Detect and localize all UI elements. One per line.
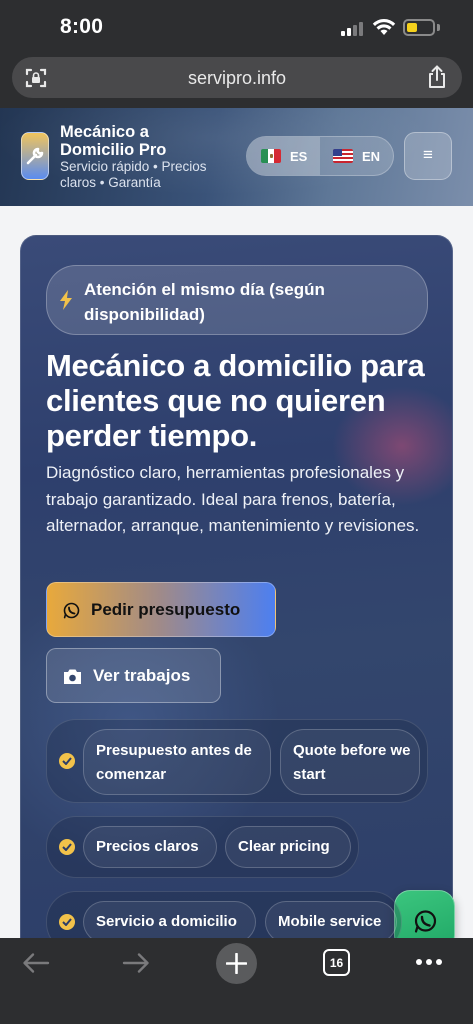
flag-us-icon: [333, 149, 353, 163]
lang-en-button[interactable]: EN: [320, 137, 393, 175]
flag-mexico-icon: [261, 149, 281, 163]
whatsapp-fab[interactable]: [394, 890, 455, 938]
feature-row: Precios claros Clear pricing: [46, 816, 359, 878]
feature-pill-es: Presupuesto antes de comenzar: [83, 729, 271, 795]
feature-label: Precios claros: [96, 838, 199, 855]
status-bar: 8:00: [0, 0, 473, 52]
status-time: 8:00: [60, 15, 104, 38]
brand-tagline: Servicio rápido • Precios claros • Garan…: [60, 159, 207, 190]
site-header: Mecánico a Domicilio Pro Servicio rápido…: [0, 108, 473, 206]
feature-pill-es: Servicio a domicilio: [83, 901, 256, 938]
view-works-button[interactable]: Ver trabajos: [46, 648, 221, 703]
feature-pill-es: Precios claros: [83, 826, 217, 868]
feature-row: Servicio a domicilio Mobile service: [46, 891, 402, 938]
hero-card: Atención el mismo día (según disponibili…: [20, 235, 453, 938]
check-icon: [59, 839, 75, 855]
menu-icon: ≡: [423, 145, 433, 164]
feature-label: Mobile service: [278, 913, 382, 930]
wrench-icon: [26, 147, 44, 165]
availability-badge: Atención el mismo día (según disponibili…: [46, 265, 428, 335]
browser-toolbar: 16: [0, 938, 473, 1024]
address-bar[interactable]: servipro.info: [12, 57, 462, 98]
lightning-icon: [60, 290, 72, 310]
tab-count: 16: [329, 956, 344, 970]
brand-name[interactable]: Mecánico a Domicilio Pro: [60, 123, 200, 159]
lang-en-label: EN: [362, 149, 381, 164]
brand-logo[interactable]: [21, 132, 49, 180]
hero-description: Diagnóstico claro, herramientas profesio…: [46, 463, 420, 535]
feature-label: Presupuesto antes de comenzar: [96, 742, 252, 783]
view-works-label: Ver trabajos: [93, 666, 191, 685]
badge-text: Atención el mismo día (según disponibili…: [84, 280, 325, 324]
plus-icon: [226, 953, 247, 974]
url-text[interactable]: servipro.info: [12, 68, 462, 89]
browser-address-area: servipro.info: [0, 52, 473, 108]
forward-arrow-icon[interactable]: [122, 952, 150, 974]
hero-title: Mecánico a domicilio para clientes que n…: [46, 348, 425, 453]
wifi-icon: [372, 19, 396, 35]
whatsapp-icon: [414, 910, 437, 933]
signal-icon: [341, 20, 365, 36]
request-quote-button[interactable]: Pedir presupuesto: [46, 582, 276, 637]
feature-label: Quote before we start: [293, 742, 411, 783]
feature-pill-en: Quote before we start: [280, 729, 420, 795]
battery-icon: [403, 19, 435, 36]
request-quote-label: Pedir presupuesto: [91, 600, 241, 619]
feature-label: Servicio a domicilio: [96, 913, 237, 930]
back-arrow-icon[interactable]: [22, 952, 50, 974]
lang-es-label: ES: [290, 149, 308, 164]
share-icon[interactable]: [426, 65, 448, 89]
tabs-icon[interactable]: 16: [323, 949, 350, 976]
new-tab-button[interactable]: [216, 943, 257, 984]
camera-icon: [64, 669, 81, 684]
check-icon: [59, 914, 75, 930]
menu-button[interactable]: ≡: [404, 132, 452, 180]
web-page: Mecánico a Domicilio Pro Servicio rápido…: [0, 108, 473, 938]
language-switcher: ES EN: [246, 136, 394, 176]
more-icon[interactable]: [414, 952, 444, 972]
feature-label: Clear pricing: [238, 838, 330, 855]
feature-row: Presupuesto antes de comenzar Quote befo…: [46, 719, 428, 803]
feature-pill-en: Clear pricing: [225, 826, 351, 868]
check-icon: [59, 753, 75, 769]
whatsapp-icon: [63, 602, 80, 619]
lang-es-button[interactable]: ES: [247, 137, 320, 175]
feature-pill-en: Mobile service: [265, 901, 397, 938]
